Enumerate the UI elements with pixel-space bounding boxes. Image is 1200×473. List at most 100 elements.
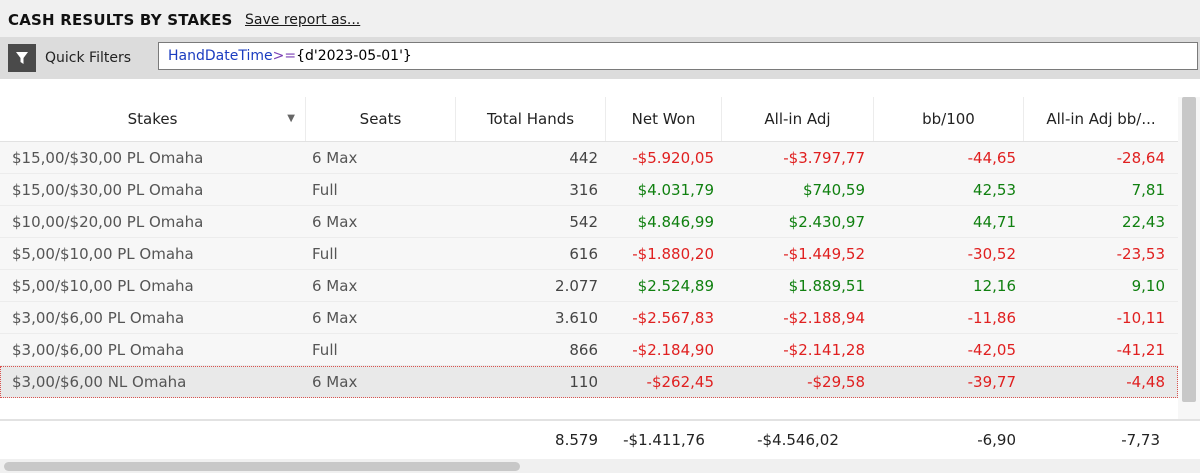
column-header-net-won[interactable]: Net Won <box>606 97 722 141</box>
save-report-link[interactable]: Save report as... <box>245 12 360 28</box>
seats-cell: 6 Max <box>312 373 358 391</box>
stakes-cell: $3,00/$6,00 NL Omaha <box>12 373 187 391</box>
stakes-cell: $5,00/$10,00 PL Omaha <box>12 277 194 295</box>
column-header-label: Seats <box>359 110 402 128</box>
allin-adj-cell: -$2.141,28 <box>783 341 865 359</box>
column-header-label: Stakes <box>127 110 178 128</box>
report-title: CASH RESULTS BY STAKES <box>8 11 233 29</box>
bb100-cell: 44,71 <box>973 213 1016 231</box>
total-hands-cell: 442 <box>569 149 598 167</box>
column-header-stakes[interactable]: Stakes ▼ <box>0 97 306 141</box>
table-header: Stakes ▼ Seats Total Hands Net Won All-i… <box>0 97 1178 142</box>
quick-filter-bar: Quick Filters HandDateTime>={d'2023-05-0… <box>0 37 1200 79</box>
table-row[interactable]: $10,00/$20,00 PL Omaha 6 Max 542 $4.846,99 $… <box>0 206 1178 238</box>
seats-cell: 6 Max <box>312 277 358 295</box>
total-hands-cell: 616 <box>569 245 598 263</box>
stakes-cell: $3,00/$6,00 PL Omaha <box>12 341 185 359</box>
sort-down-icon: ▼ <box>287 113 295 124</box>
seats-cell: 6 Max <box>312 309 358 327</box>
bb100-cell: 42,53 <box>973 181 1016 199</box>
table-row[interactable]: $15,00/$30,00 PL Omaha Full 316 $4.031,79 $7… <box>0 174 1178 206</box>
allin-adj-cell: $1.889,51 <box>788 277 865 295</box>
query-operator-token: >= <box>272 48 297 64</box>
bb100-total: -6,90 <box>977 431 1016 449</box>
horizontal-scrollbar[interactable] <box>0 459 1200 473</box>
allin-adj-bb100-cell: -4,48 <box>1126 373 1165 391</box>
stakes-cell: $15,00/$30,00 PL Omaha <box>12 181 204 199</box>
bb100-cell: -39,77 <box>967 373 1016 391</box>
column-header-label: Total Hands <box>486 110 575 128</box>
net-won-cell: -$2.184,90 <box>632 341 714 359</box>
funnel-icon <box>16 52 28 64</box>
seats-cell: Full <box>312 245 338 263</box>
column-header-total-hands[interactable]: Total Hands <box>456 97 606 141</box>
column-header-label: All-in Adj bb/... <box>1046 110 1156 128</box>
filter-query-input[interactable]: HandDateTime>={d'2023-05-01'} <box>158 42 1198 70</box>
query-field-token: HandDateTime <box>168 48 273 64</box>
allin-adj-bb100-cell: -41,21 <box>1116 341 1165 359</box>
total-hands-cell: 542 <box>569 213 598 231</box>
column-header-allin-adj-bb100[interactable]: All-in Adj bb/... <box>1024 97 1178 141</box>
column-header-label: All-in Adj <box>764 110 831 128</box>
net-won-total: -$1.411,76 <box>623 431 705 449</box>
allin-adj-bb100-cell: 7,81 <box>1131 181 1165 199</box>
stakes-cell: $3,00/$6,00 PL Omaha <box>12 309 185 327</box>
column-header-seats[interactable]: Seats <box>306 97 456 141</box>
net-won-cell: -$5.920,05 <box>632 149 714 167</box>
query-value-token: {d'2023-05-01'} <box>296 48 412 64</box>
net-won-cell: -$262,45 <box>646 373 714 391</box>
seats-cell: Full <box>312 181 338 199</box>
column-header-label: bb/100 <box>922 110 975 128</box>
column-header-bb100[interactable]: bb/100 <box>874 97 1024 141</box>
net-won-cell: $4.031,79 <box>637 181 714 199</box>
column-header-allin-adj[interactable]: All-in Adj <box>722 97 874 141</box>
stakes-cell: $5,00/$10,00 PL Omaha <box>12 245 194 263</box>
table-row[interactable]: $3,00/$6,00 PL Omaha Full 866 -$2.184,90 -$2… <box>0 334 1178 366</box>
total-hands-cell: 866 <box>569 341 598 359</box>
vertical-scrollbar-thumb[interactable] <box>1182 97 1196 402</box>
bb100-cell: -11,86 <box>967 309 1016 327</box>
allin-adj-bb100-cell: -28,64 <box>1116 149 1165 167</box>
table-row[interactable]: $3,00/$6,00 PL Omaha 6 Max 3.610 -$2.567,83… <box>0 302 1178 334</box>
total-hands-total: 8.579 <box>555 431 598 449</box>
table-row[interactable]: $3,00/$6,00 NL Omaha 6 Max 110 -$262,45 -$29… <box>0 366 1178 398</box>
bb100-cell: -44,65 <box>967 149 1016 167</box>
net-won-cell: $2.524,89 <box>637 277 714 295</box>
total-hands-cell: 2.077 <box>555 277 598 295</box>
bb100-cell: -30,52 <box>967 245 1016 263</box>
allin-adj-cell: $2.430,97 <box>788 213 865 231</box>
totals-row: 8.579 -$1.411,76 -$4.546,02 -6,90 -7,73 <box>0 419 1200 461</box>
total-hands-cell: 110 <box>569 373 598 391</box>
stakes-cell: $15,00/$30,00 PL Omaha <box>12 149 204 167</box>
seats-cell: 6 Max <box>312 213 358 231</box>
bb100-cell: 12,16 <box>973 277 1016 295</box>
total-hands-cell: 316 <box>569 181 598 199</box>
allin-adj-cell: $740,59 <box>802 181 865 199</box>
seats-cell: 6 Max <box>312 149 358 167</box>
net-won-cell: -$2.567,83 <box>632 309 714 327</box>
seats-cell: Full <box>312 341 338 359</box>
allin-adj-bb100-cell: -23,53 <box>1116 245 1165 263</box>
table-body: $15,00/$30,00 PL Omaha 6 Max 442 -$5.920,05… <box>0 142 1178 398</box>
bb100-cell: -42,05 <box>967 341 1016 359</box>
allin-adj-cell: -$29,58 <box>807 373 865 391</box>
allin-adj-bb100-cell: 22,43 <box>1122 213 1165 231</box>
quick-filter-label: Quick Filters <box>45 50 132 66</box>
allin-adj-cell: -$1.449,52 <box>783 245 865 263</box>
allin-adj-total: -$4.546,02 <box>757 431 839 449</box>
allin-adj-bb100-cell: 9,10 <box>1131 277 1165 295</box>
horizontal-scrollbar-thumb[interactable] <box>4 462 520 471</box>
table-row[interactable]: $15,00/$30,00 PL Omaha 6 Max 442 -$5.920,05… <box>0 142 1178 174</box>
vertical-scrollbar[interactable] <box>1178 97 1200 419</box>
net-won-cell: $4.846,99 <box>637 213 714 231</box>
allin-adj-cell: -$2.188,94 <box>783 309 865 327</box>
report-title-bar: CASH RESULTS BY STAKES Save report as... <box>0 0 1200 37</box>
column-header-label: Net Won <box>631 110 696 128</box>
spacer <box>0 79 1200 97</box>
net-won-cell: -$1.880,20 <box>632 245 714 263</box>
table-row[interactable]: $5,00/$10,00 PL Omaha 6 Max 2.077 $2.524,89… <box>0 270 1178 302</box>
allin-adj-cell: -$3.797,77 <box>783 149 865 167</box>
quick-filter-button[interactable] <box>8 44 36 72</box>
stakes-cell: $10,00/$20,00 PL Omaha <box>12 213 204 231</box>
table-row[interactable]: $5,00/$10,00 PL Omaha Full 616 -$1.880,20 -$… <box>0 238 1178 270</box>
